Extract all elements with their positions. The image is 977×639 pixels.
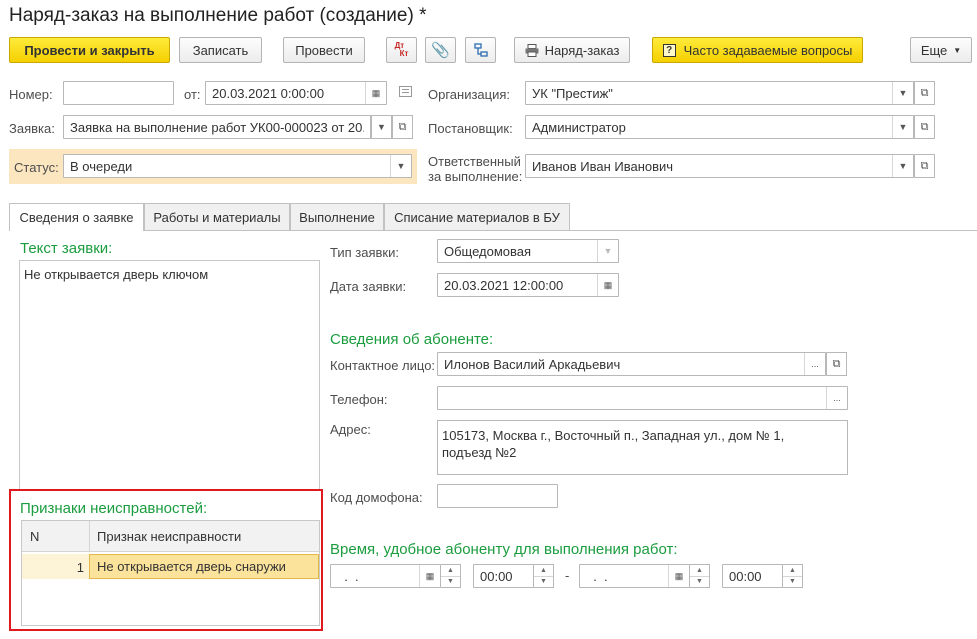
chevron-down-icon[interactable]: ▼ <box>783 575 802 588</box>
range-dash: - <box>565 568 570 583</box>
request-label: Заявка: <box>9 121 55 136</box>
open-director-icon[interactable]: ⧉ <box>914 115 935 139</box>
defects-title: Признаки неисправностей: <box>20 500 208 517</box>
print-order-button[interactable]: Наряд-заказ <box>514 37 630 63</box>
help-icon: ? <box>662 43 676 57</box>
column-header-n[interactable]: N <box>30 529 39 544</box>
request-date-field[interactable]: 20.03.2021 12:00:00 ▦ <box>437 273 619 297</box>
dropdown-arrow-icon[interactable]: ▼ <box>892 116 913 138</box>
chevron-up-icon[interactable]: ▲ <box>441 565 460 576</box>
date-field[interactable]: 20.03.2021 0:00:00 ▦ <box>205 81 387 105</box>
dt-kt-icon: Дт Кт <box>394 41 409 58</box>
open-organization-icon[interactable]: ⧉ <box>914 81 935 105</box>
time-title: Время, удобное абоненту для выполнения р… <box>330 541 678 558</box>
address-field[interactable]: 105173, Москва г., Восточный п., Западна… <box>437 420 848 475</box>
open-responsible-icon[interactable]: ⧉ <box>914 154 935 178</box>
ellipsis-icon[interactable]: ... <box>826 387 847 409</box>
dropdown-arrow-icon[interactable]: ▼ <box>597 240 618 262</box>
save-button[interactable]: Записать <box>179 37 262 63</box>
calendar-icon[interactable]: ▦ <box>597 274 618 296</box>
responsible-label: Ответственный за выполнение: <box>428 154 523 184</box>
tab-request-info[interactable]: Сведения о заявке <box>9 203 144 231</box>
status-label: Статус: <box>14 160 59 175</box>
column-separator <box>89 521 90 551</box>
contact-label: Контактное лицо: <box>330 358 436 373</box>
number-field[interactable] <box>63 81 174 105</box>
column-header-sign[interactable]: Признак неисправности <box>97 529 241 544</box>
structure-icon <box>473 43 488 57</box>
open-request-icon[interactable]: ⧉ <box>392 115 413 139</box>
request-date-label: Дата заявки: <box>330 279 407 294</box>
comment-icon[interactable] <box>399 86 412 97</box>
table-row[interactable]: 1 Не открывается дверь снаружи <box>22 554 319 579</box>
time-from-field[interactable]: 00:00 <box>473 564 534 588</box>
time-to-stepper[interactable]: ▲ ▼ <box>783 564 803 588</box>
time-to-field[interactable]: 00:00 <box>722 564 783 588</box>
dt-kt-button[interactable]: Дт Кт <box>386 37 417 63</box>
request-text-area[interactable]: Не открывается дверь ключом <box>19 260 320 490</box>
responsible-field[interactable]: Иванов Иван Иванович ▼ <box>525 154 914 178</box>
phone-label: Телефон: <box>330 392 388 407</box>
window-title: Наряд-заказ на выполнение работ (создани… <box>9 5 427 26</box>
post-and-close-button[interactable]: Провести и закрыть <box>9 37 170 63</box>
calendar-icon[interactable]: ▦ <box>668 565 689 587</box>
time-from-stepper[interactable]: ▲ ▼ <box>534 564 554 588</box>
phone-field[interactable]: ... <box>437 386 848 410</box>
request-dropdown-icon[interactable]: ▼ <box>371 115 392 139</box>
tab-works-materials[interactable]: Работы и материалы <box>144 203 290 230</box>
defects-table[interactable]: N Признак неисправности 1 Не открывается… <box>21 520 320 626</box>
tab-execution[interactable]: Выполнение <box>290 203 384 230</box>
row-sign-cell[interactable]: Не открывается дверь снаружи <box>89 554 319 579</box>
more-button[interactable]: Еще ▼ <box>910 37 972 63</box>
attach-button[interactable]: 📎 <box>425 37 456 63</box>
open-contact-icon[interactable]: ⧉ <box>826 352 847 376</box>
subscriber-title: Сведения об абоненте: <box>330 331 494 348</box>
dropdown-arrow-icon[interactable]: ▼ <box>892 155 913 177</box>
row-number: 1 <box>76 560 84 575</box>
tabs-divider <box>9 230 977 231</box>
faq-button[interactable]: ? Часто задаваемые вопросы <box>652 37 863 63</box>
chevron-up-icon[interactable]: ▲ <box>690 565 709 576</box>
chevron-down-icon[interactable]: ▼ <box>534 575 553 588</box>
ellipsis-icon[interactable]: ... <box>804 353 825 375</box>
chevron-down-icon[interactable]: ▼ <box>441 575 460 588</box>
date-from-field[interactable]: . . ▦ <box>330 564 441 588</box>
organization-field[interactable]: УК "Престиж" ▼ <box>525 81 914 105</box>
director-field[interactable]: Администратор ▼ <box>525 115 914 139</box>
post-button[interactable]: Провести <box>283 37 365 63</box>
date-to-stepper[interactable]: ▲ ▼ <box>690 564 710 588</box>
chevron-down-icon[interactable]: ▼ <box>690 575 709 588</box>
request-type-label: Тип заявки: <box>330 245 399 260</box>
date-to-field[interactable]: . . ▦ <box>579 564 690 588</box>
date-from-stepper[interactable]: ▲ ▼ <box>441 564 461 588</box>
address-label: Адрес: <box>330 422 371 437</box>
tab-write-off[interactable]: Списание материалов в БУ <box>384 203 570 230</box>
dropdown-arrow-icon[interactable]: ▼ <box>390 155 411 177</box>
calendar-icon[interactable]: ▦ <box>419 565 440 587</box>
status-field[interactable]: В очереди ▼ <box>63 154 412 178</box>
intercom-label: Код домофона: <box>330 490 423 505</box>
table-header: N Признак неисправности <box>22 521 319 552</box>
chevron-up-icon[interactable]: ▲ <box>534 565 553 576</box>
paperclip-icon: 📎 <box>431 42 450 59</box>
request-text-title: Текст заявки: <box>20 240 113 257</box>
chevron-down-icon: ▼ <box>953 45 962 55</box>
director-label: Постановщик: <box>428 121 513 136</box>
date-label: от: <box>184 87 201 102</box>
chevron-up-icon[interactable]: ▲ <box>783 565 802 576</box>
number-label: Номер: <box>9 87 53 102</box>
structure-button[interactable] <box>465 37 496 63</box>
organization-label: Организация: <box>428 87 511 102</box>
contact-field[interactable]: Илонов Василий Аркадьевич ... <box>437 352 826 376</box>
printer-icon <box>525 43 539 57</box>
request-field[interactable]: Заявка на выполнение работ УК00-000023 о… <box>63 115 371 139</box>
request-type-field[interactable]: Общедомовая ▼ <box>437 239 619 263</box>
calendar-icon[interactable]: ▦ <box>365 82 386 104</box>
dropdown-arrow-icon[interactable]: ▼ <box>892 82 913 104</box>
intercom-field[interactable] <box>437 484 558 508</box>
